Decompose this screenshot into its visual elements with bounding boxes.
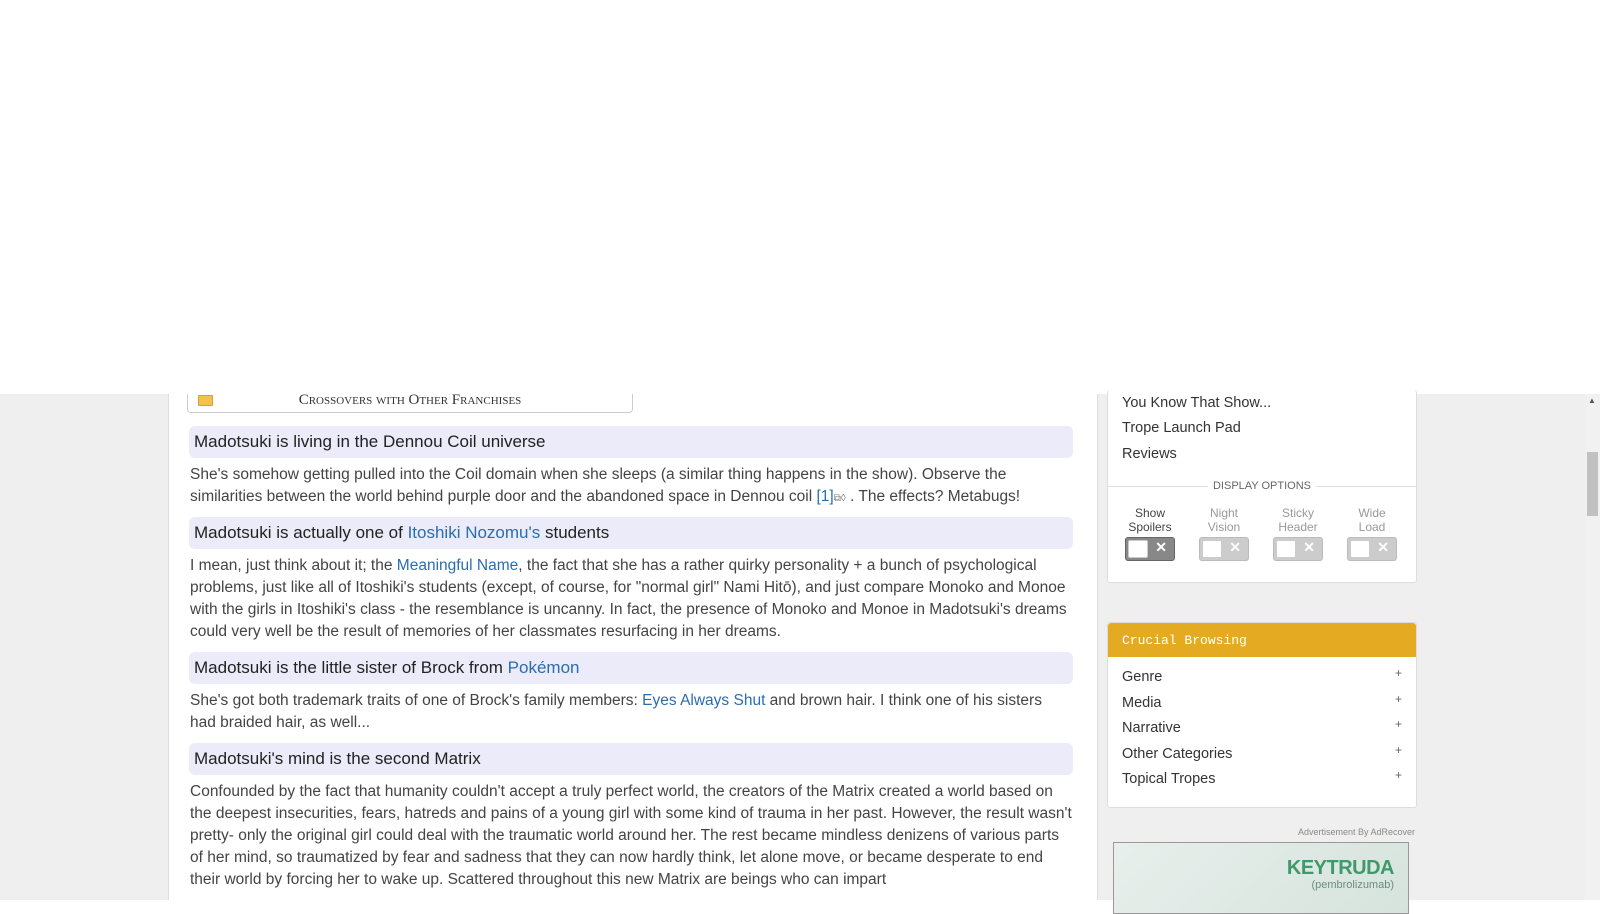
body-text: She's got both trademark traits of one o…	[190, 692, 643, 709]
ad-brand: KEYTRUDA	[1286, 857, 1395, 879]
sidebar-links-panel: You Know That Show... Trope Launch Pad R…	[1107, 390, 1417, 583]
scroll-up-arrow-icon[interactable]: ▲	[1588, 396, 1596, 405]
sidebar-link-you-know-that-show[interactable]: You Know That Show...	[1122, 395, 1271, 411]
expand-icon[interactable]: +	[1395, 692, 1402, 706]
toggle-sticky-header[interactable]: Sticky Header ✕	[1268, 506, 1328, 561]
toggle-label: Wide	[1358, 506, 1386, 520]
expand-icon[interactable]: +	[1395, 768, 1402, 782]
crucial-item-label: Genre	[1122, 669, 1163, 685]
itoshiki-nozomu-link[interactable]: Itoshiki Nozomu's	[408, 523, 541, 542]
close-icon: ✕	[1229, 539, 1241, 555]
crucial-item-label: Narrative	[1122, 720, 1181, 736]
sidebar-link-trope-launch-pad[interactable]: Trope Launch Pad	[1122, 420, 1241, 436]
toggle-night-vision[interactable]: Night Vision ✕	[1194, 506, 1254, 561]
display-options-header: DISPLAY OPTIONS	[1108, 480, 1416, 492]
expand-icon[interactable]: +	[1395, 666, 1402, 680]
body-text: . The effects? Metabugs!	[845, 488, 1021, 505]
heading-text: students	[540, 523, 610, 542]
eyes-always-shut-link[interactable]: Eyes Always Shut	[642, 692, 765, 709]
wmg-entry-1: Madotsuki is living in the Dennou Coil u…	[189, 426, 1073, 510]
scrollbar-thumb[interactable]	[1587, 452, 1598, 516]
crucial-item-label: Media	[1122, 695, 1162, 711]
wmg-heading: Madotsuki is actually one of Itoshiki No…	[189, 517, 1073, 549]
toggle-switch[interactable]: ✕	[1199, 537, 1249, 561]
wmg-heading: Madotsuki is living in the Dennou Coil u…	[189, 426, 1073, 458]
toggle-knob	[1202, 540, 1222, 558]
wmg-body: Confounded by the fact that humanity cou…	[189, 775, 1073, 891]
wmg-heading: Madotsuki's mind is the second Matrix	[189, 743, 1073, 775]
wmg-entry-4: Madotsuki's mind is the second Matrix Co…	[189, 743, 1073, 891]
toggle-label: Vision	[1207, 520, 1241, 534]
toggle-knob	[1128, 540, 1148, 558]
folder-title: Crossovers with Other Franchises	[298, 394, 522, 408]
toggle-label: Load	[1358, 520, 1386, 534]
toggle-knob	[1350, 540, 1370, 558]
crucial-item-narrative[interactable]: Narrative +	[1122, 717, 1402, 736]
toggle-label: Spoilers	[1128, 520, 1172, 534]
toggle-label: Sticky	[1281, 506, 1314, 520]
toggle-switch[interactable]: ✕	[1273, 537, 1323, 561]
wmg-body: She's somehow getting pulled into the Co…	[189, 458, 1073, 510]
heading-text: Madotsuki is actually one of	[194, 523, 408, 542]
close-icon: ✕	[1303, 539, 1315, 555]
expand-icon[interactable]: +	[1395, 717, 1402, 731]
divider	[1108, 486, 1208, 487]
crucial-item-topical-tropes[interactable]: Topical Tropes +	[1122, 768, 1402, 787]
crucial-item-label: Other Categories	[1122, 746, 1233, 762]
crucial-item-genre[interactable]: Genre +	[1122, 666, 1402, 685]
footnote-link[interactable]: [1]	[816, 488, 833, 505]
pokemon-link[interactable]: Pokémon	[508, 658, 580, 677]
scrollbar[interactable]: ▲	[1585, 394, 1600, 900]
toggle-label: Night	[1209, 506, 1238, 520]
wmg-body: I mean, just think about it; the Meaning…	[189, 549, 1073, 643]
toggle-knob	[1276, 540, 1296, 558]
crucial-item-other-categories[interactable]: Other Categories +	[1122, 743, 1402, 762]
external-link-icon: ⧉◊	[833, 493, 846, 504]
toggle-wide-load[interactable]: Wide Load ✕	[1342, 506, 1402, 561]
heading-text: Madotsuki's mind is the second Matrix	[194, 749, 481, 768]
heading-text: Madotsuki is the little sister of Brock …	[194, 658, 508, 677]
divider	[1316, 486, 1416, 487]
ad-label: Advertisement By AdRecover	[1297, 827, 1415, 837]
advertisement[interactable]: KEYTRUDA (pembrolizumab)	[1113, 842, 1409, 914]
wmg-heading: Madotsuki is the little sister of Brock …	[189, 652, 1073, 684]
main-article: Crossovers with Other Franchises Madotsu…	[168, 394, 1098, 900]
wmg-entry-2: Madotsuki is actually one of Itoshiki No…	[189, 517, 1073, 643]
sidebar-link-reviews[interactable]: Reviews	[1122, 446, 1177, 462]
crucial-item-label: Topical Tropes	[1122, 771, 1216, 787]
display-options-label: DISPLAY OPTIONS	[1212, 480, 1311, 492]
body-text: Confounded by the fact that humanity cou…	[190, 783, 1072, 888]
blank-top-area	[0, 0, 1600, 394]
wmg-body: She's got both trademark traits of one o…	[189, 684, 1073, 734]
crucial-item-media[interactable]: Media +	[1122, 692, 1402, 711]
crucial-browsing-title: Crucial Browsing	[1108, 623, 1416, 657]
meaningful-name-link[interactable]: Meaningful Name	[397, 557, 518, 574]
toggle-label: Show	[1134, 506, 1166, 520]
sidebar: You Know That Show... Trope Launch Pad R…	[1097, 390, 1585, 914]
close-icon: ✕	[1377, 539, 1389, 555]
ad-subtext: (pembrolizumab)	[1311, 879, 1394, 891]
toggle-show-spoilers[interactable]: Show Spoilers ✕	[1120, 506, 1180, 561]
crucial-browsing-panel: Crucial Browsing Genre + Media + Narrative…	[1107, 622, 1417, 808]
toggle-switch[interactable]: ✕	[1347, 537, 1397, 561]
close-icon: ✕	[1155, 539, 1167, 555]
toggle-label: Header	[1278, 520, 1318, 534]
wmg-entry-3: Madotsuki is the little sister of Brock …	[189, 652, 1073, 734]
crossovers-folder[interactable]: Crossovers with Other Franchises	[187, 394, 633, 413]
body-text: I mean, just think about it; the	[190, 557, 397, 574]
expand-icon[interactable]: +	[1395, 743, 1402, 757]
wmg-heading-text: Madotsuki is living in the Dennou Coil u…	[194, 432, 546, 451]
toggle-switch[interactable]: ✕	[1125, 537, 1175, 561]
